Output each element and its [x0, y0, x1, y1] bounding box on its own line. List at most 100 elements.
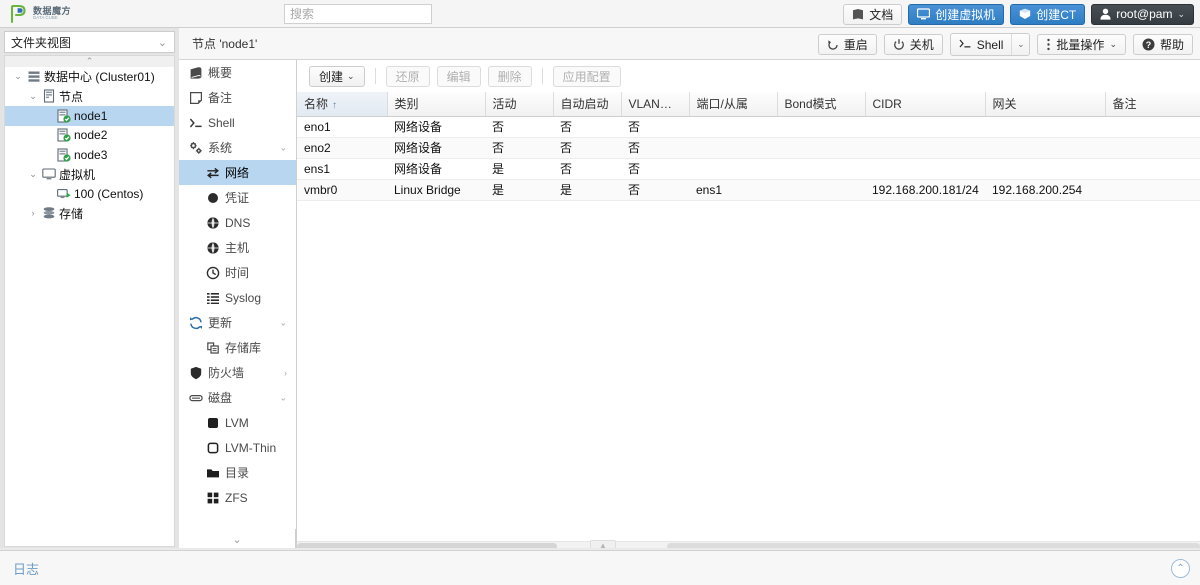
table-body: eno1 网络设备否否否 eno2 网络设备否否否 ens1 网络设备是否否 vmbr0 Li…	[297, 116, 1200, 201]
chevron-down-icon[interactable]: ⌄	[279, 317, 287, 328]
bulk-actions-button[interactable]: 批量操作 ⌄	[1037, 34, 1126, 55]
log-collapse-button[interactable]: ⌃	[1171, 559, 1190, 578]
system-icon	[189, 141, 208, 155]
directory-icon	[206, 466, 225, 480]
chevron-right-icon[interactable]: ›	[284, 368, 287, 378]
brand-logo[interactable]: 数据魔方 DATA CUBE	[8, 3, 128, 25]
restart-button[interactable]: 重启	[817, 34, 877, 55]
nav-item-lvm-thin[interactable]: LVM-Thin	[179, 435, 296, 460]
tree-item-cluster01[interactable]: ⌄ 数据中心 (Cluster01)	[5, 67, 174, 87]
nav-item-[interactable]: 存储库	[179, 335, 296, 360]
dns-icon	[206, 216, 225, 230]
edit-button[interactable]: 编辑	[436, 65, 481, 87]
nav-item-[interactable]: 磁盘 ⌄	[179, 385, 296, 410]
nav-item-label: 主机	[225, 241, 250, 255]
nav-item-label: 存储库	[225, 341, 262, 355]
tree-expander[interactable]: ⌄	[26, 91, 40, 101]
help-button[interactable]: ? 帮助	[1132, 34, 1193, 55]
column-header-[interactable]: 活动	[485, 92, 554, 117]
column-header-cidr[interactable]: CIDR	[865, 92, 986, 117]
firewall-icon	[189, 366, 208, 380]
table-cell	[689, 116, 777, 138]
column-header-label: 活动	[492, 97, 517, 112]
tree-scroll-up[interactable]: ⌃	[4, 55, 175, 67]
nodes-icon	[40, 89, 57, 103]
shell-split-button[interactable]: Shell ⌄	[949, 33, 1031, 56]
table-row[interactable]: ens1 网络设备是否否	[297, 158, 1200, 180]
tree-item-[interactable]: ⌄ 节点	[5, 87, 174, 107]
monitor-icon	[917, 8, 931, 20]
tree-expander[interactable]: ›	[26, 208, 40, 218]
nav-item-[interactable]: 备注	[179, 85, 296, 110]
chevron-down-icon[interactable]: ⌄	[279, 142, 287, 153]
chevron-down-icon: ⌄	[232, 534, 242, 546]
shell-dropdown-arrow[interactable]: ⌄	[1011, 34, 1029, 55]
column-header-[interactable]: 端口/从属	[689, 92, 778, 117]
tree-expander[interactable]: ⌄	[26, 169, 40, 179]
shell-icon	[959, 38, 972, 52]
tree-item-[interactable]: › 存储	[5, 204, 174, 224]
lvm-icon	[206, 416, 225, 430]
table-cell	[1105, 179, 1200, 201]
shutdown-button[interactable]: 关机	[883, 34, 943, 55]
nav-item-dns[interactable]: DNS	[179, 210, 296, 235]
tree-item-node3[interactable]: node3	[5, 145, 174, 165]
tree-item-node1[interactable]: node1	[5, 106, 174, 126]
tree-item-node2[interactable]: node2	[5, 126, 174, 146]
column-header-vlan[interactable]: VLAN…	[621, 92, 690, 117]
nav-item-zfs[interactable]: ZFS	[179, 485, 296, 510]
create-network-button[interactable]: 创建 ⌄	[309, 65, 365, 87]
power-icon	[893, 38, 905, 51]
tree-item-label: node1	[74, 108, 108, 123]
tree-item-[interactable]: ⌄ 虚拟机	[5, 165, 174, 185]
nav-item-label: LVM-Thin	[225, 440, 277, 455]
nav-item-[interactable]: 概要	[179, 60, 296, 85]
toolbar-divider	[541, 68, 543, 84]
column-header-[interactable]: 自动启动	[553, 92, 622, 117]
column-header-[interactable]: 名称 ↑	[297, 92, 388, 117]
updates-icon	[189, 316, 208, 330]
column-header-label: 名称	[304, 97, 329, 112]
table-cell: 否	[485, 116, 553, 138]
nav-item-shell[interactable]: Shell	[179, 110, 296, 135]
nav-item-[interactable]: 目录	[179, 460, 296, 485]
nav-item-syslog[interactable]: Syslog	[179, 285, 296, 310]
user-menu-button[interactable]: root@pam ⌄	[1091, 3, 1194, 25]
table-row[interactable]: eno2 网络设备否否否	[297, 137, 1200, 159]
nav-item-[interactable]: 主机	[179, 235, 296, 260]
nav-item-[interactable]: 凭证	[179, 185, 296, 210]
docs-button[interactable]: 文档	[843, 3, 903, 25]
tree-expander[interactable]: ⌄	[11, 72, 25, 81]
search-input[interactable]	[284, 4, 432, 24]
view-mode-select[interactable]: 文件夹视图 ⌄	[4, 31, 175, 53]
nav-item-lvm[interactable]: LVM	[179, 410, 296, 435]
table-row[interactable]: vmbr0 Linux Bridge 是是否 ens1 192.168.200.181/…	[297, 179, 1200, 201]
table-cell: Linux Bridge	[387, 179, 485, 201]
create-vm-button[interactable]: 创建虚拟机	[908, 3, 1005, 25]
log-tab[interactable]: 日志	[13, 559, 39, 578]
column-header-[interactable]: 网关	[985, 92, 1106, 117]
nav-scroll-down[interactable]: ⌄	[179, 529, 296, 550]
tree-item-100-centos[interactable]: 100 (Centos)	[5, 184, 174, 204]
docs-button-label: 文档	[869, 7, 894, 22]
nav-item-[interactable]: 更新 ⌄	[179, 310, 296, 335]
apply-configuration-button[interactable]: 应用配置	[552, 65, 621, 87]
lvmthin-icon	[206, 441, 225, 455]
delete-button[interactable]: 删除	[487, 65, 532, 87]
table-cell	[865, 158, 985, 180]
chevron-down-icon[interactable]: ⌄	[279, 392, 287, 403]
nav-item-[interactable]: 系统 ⌄	[179, 135, 296, 160]
nav-item-[interactable]: 时间	[179, 260, 296, 285]
table-row[interactable]: eno1 网络设备否否否	[297, 116, 1200, 138]
nav-item-[interactable]: 防火墙 ›	[179, 360, 296, 385]
shell-button[interactable]: Shell	[951, 34, 1012, 55]
revert-button[interactable]: 还原	[385, 65, 430, 87]
column-header-bond[interactable]: Bond模式	[777, 92, 866, 117]
chevron-up-icon: ⌃	[85, 56, 94, 66]
column-header-[interactable]: 类别	[387, 92, 486, 117]
column-header-[interactable]: 备注	[1105, 92, 1200, 117]
table-header-row: 名称 ↑ 类别 活动 自动启动 VLAN… 端口/从属 Bond模式 CIDR 网关 备注	[297, 92, 1200, 117]
create-ct-button[interactable]: 创建CT	[1010, 3, 1086, 25]
content-header: 节点 'node1' 重启 关机 Shell ⌄ 批量操作 ⌄ ? 帮助	[179, 28, 1200, 60]
nav-item-[interactable]: 网络	[179, 160, 296, 185]
